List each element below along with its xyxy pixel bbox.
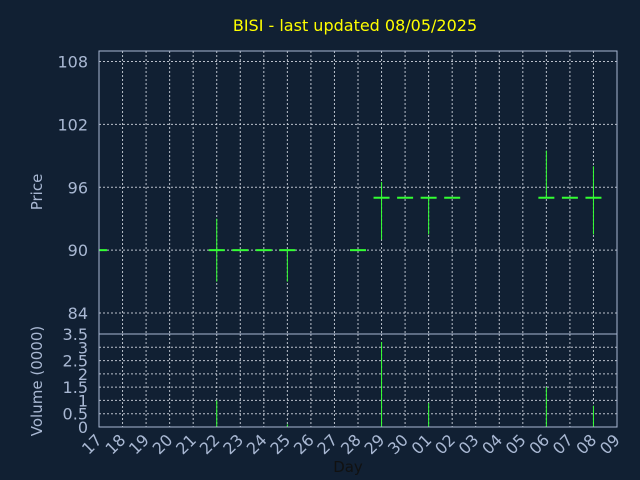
price-tick-label: 96	[68, 178, 88, 197]
price-tick-label: 90	[68, 241, 88, 260]
price-tick-label: 102	[57, 115, 88, 134]
price-tick-label: 108	[57, 52, 88, 71]
volume-tick-label: 3.5	[63, 325, 88, 344]
volume-axis-label: Volume (0000)	[28, 326, 46, 436]
price-tick-label: 84	[68, 304, 88, 323]
chart-title: BISI - last updated 08/05/2025	[233, 16, 477, 35]
x-axis-label: Day	[333, 458, 363, 476]
stock-chart: BISI - last updated 08/05/2025 Price Vol…	[28, 16, 624, 476]
x-tick-label: 09	[596, 430, 624, 458]
price-axis-label: Price	[28, 174, 46, 211]
